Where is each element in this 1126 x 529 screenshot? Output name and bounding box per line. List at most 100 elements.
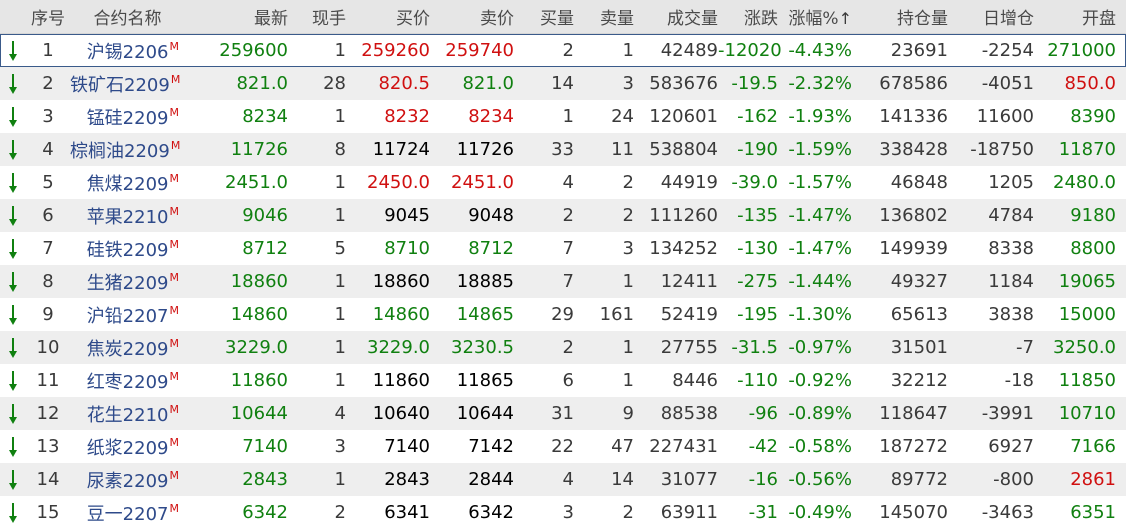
col-header-hand[interactable]: 现手 <box>288 4 346 29</box>
contract-name[interactable]: 焦煤2209M <box>70 170 185 196</box>
open-interest: 136802 <box>879 205 948 226</box>
open-interest: 187272 <box>879 436 948 457</box>
contract-name[interactable]: 纸浆2209M <box>70 434 185 460</box>
table-row[interactable]: 5 焦煤2209M 2451.0 1 2450.0 2451.0 4 2 449… <box>0 166 1126 199</box>
contract-name[interactable]: 尿素2209M <box>70 467 185 493</box>
contract-name[interactable]: 豆一2207M <box>70 500 185 526</box>
bid-price: 3229.0 <box>367 337 430 358</box>
pct-change: -1.57% <box>788 172 852 193</box>
contract-name[interactable]: 沪锡2206M <box>70 38 185 64</box>
contract-name-text: 豆一2207 <box>86 503 169 525</box>
row-seq: 5 <box>42 172 54 193</box>
price-change: -31 <box>748 502 778 523</box>
table-row[interactable]: 2 铁矿石2209M 821.0 28 820.5 821.0 14 3 583… <box>0 67 1126 100</box>
table-row[interactable]: 8 生猪2209M 18860 1 18860 18885 7 1 12411 … <box>0 265 1126 298</box>
down-arrow-icon <box>0 502 26 524</box>
col-header-latest[interactable]: 最新 <box>185 4 288 29</box>
volume: 111260 <box>649 205 718 226</box>
table-row[interactable]: 9 沪铅2207M 14860 1 14860 14865 29 161 524… <box>0 298 1126 331</box>
row-seq: 11 <box>36 370 60 391</box>
table-row[interactable]: 13 纸浆2209M 7140 3 7140 7142 22 47 227431… <box>0 430 1126 463</box>
main-contract-badge: M <box>169 402 180 416</box>
oi-change: -7 <box>1016 337 1034 358</box>
ask-price: 9048 <box>468 205 514 226</box>
open-price: 2480.0 <box>1053 172 1116 193</box>
ask-price: 7142 <box>468 436 514 457</box>
quote-table: 序号 合约名称 最新 现手 买价 卖价 买量 卖量 成交量 涨跌 涨幅%↑ 持仓… <box>0 0 1126 529</box>
ask-price: 8234 <box>468 106 514 127</box>
bid-volume: 4 <box>562 172 574 193</box>
col-header-ask-vol[interactable]: 卖量 <box>574 4 634 29</box>
bid-volume: 2 <box>562 205 574 226</box>
col-header-oi-change[interactable]: 日增仓 <box>948 4 1034 29</box>
ask-price: 11865 <box>456 370 514 391</box>
open-price: 6351 <box>1070 502 1116 523</box>
table-row[interactable]: 12 花生2210M 10644 4 10640 10644 31 9 8853… <box>0 397 1126 430</box>
row-seq: 2 <box>42 73 54 94</box>
table-row[interactable]: 4 棕榈油2209M 11726 8 11724 11726 33 11 538… <box>0 133 1126 166</box>
contract-name[interactable]: 红枣2209M <box>70 368 185 394</box>
open-interest: 49327 <box>890 271 948 292</box>
pct-change: -2.32% <box>788 73 852 94</box>
table-row[interactable]: 15 豆一2207M 6342 2 6341 6342 3 2 63911 -3… <box>0 496 1126 529</box>
contract-name[interactable]: 硅铁2209M <box>70 236 185 262</box>
open-price: 10710 <box>1058 403 1116 424</box>
bid-price: 8232 <box>384 106 430 127</box>
contract-name[interactable]: 生猪2209M <box>70 269 185 295</box>
table-row[interactable]: 6 苹果2210M 9046 1 9045 9048 2 2 111260 -1… <box>0 199 1126 232</box>
table-row[interactable]: 1 沪锡2206M 259600 1 259260 259740 2 1 424… <box>0 34 1126 67</box>
col-header-oi[interactable]: 持仓量 <box>852 4 948 29</box>
bid-volume: 7 <box>562 271 574 292</box>
main-contract-badge: M <box>169 369 180 383</box>
col-header-name[interactable]: 合约名称 <box>70 4 185 29</box>
open-price: 19065 <box>1058 271 1116 292</box>
open-interest: 678586 <box>879 73 948 94</box>
contract-name[interactable]: 焦炭2209M <box>70 335 185 361</box>
price-change: -39.0 <box>731 172 778 193</box>
bid-volume: 29 <box>551 304 574 325</box>
contract-name-text: 沪锡2206 <box>86 41 169 63</box>
table-row[interactable]: 3 锰硅2209M 8234 1 8232 8234 1 24 120601 -… <box>0 100 1126 133</box>
contract-name[interactable]: 沪铅2207M <box>70 302 185 328</box>
open-price: 271000 <box>1047 40 1116 61</box>
contract-name-text: 生猪2209 <box>86 272 169 294</box>
table-row[interactable]: 7 硅铁2209M 8712 5 8710 8712 7 3 134252 -1… <box>0 232 1126 265</box>
pct-change: -4.43% <box>788 40 852 61</box>
row-seq: 12 <box>36 403 60 424</box>
contract-name[interactable]: 花生2210M <box>70 401 185 427</box>
ask-volume: 11 <box>611 139 634 160</box>
table-row[interactable]: 11 红枣2209M 11860 1 11860 11865 6 1 8446 … <box>0 364 1126 397</box>
contract-name[interactable]: 锰硅2209M <box>70 104 185 130</box>
price-change: -12020 <box>718 40 782 61</box>
col-header-ask[interactable]: 卖价 <box>430 4 514 29</box>
bid-volume: 14 <box>551 73 574 94</box>
table-row[interactable]: 10 焦炭2209M 3229.0 1 3229.0 3230.5 2 1 27… <box>0 331 1126 364</box>
contract-name[interactable]: 棕榈油2209M <box>70 137 185 163</box>
volume: 63911 <box>660 502 718 523</box>
col-header-bid-vol[interactable]: 买量 <box>514 4 574 29</box>
volume: 227431 <box>649 436 718 457</box>
pct-change: -0.58% <box>788 436 852 457</box>
col-header-change[interactable]: 涨跌 <box>718 4 778 29</box>
open-interest: 141336 <box>879 106 948 127</box>
contract-name-text: 棕榈油2209 <box>70 140 170 162</box>
col-header-open[interactable]: 开盘 <box>1034 4 1116 29</box>
ask-price: 2844 <box>468 469 514 490</box>
table-row[interactable]: 14 尿素2209M 2843 1 2843 2844 4 14 31077 -… <box>0 463 1126 496</box>
main-contract-badge: M <box>169 501 180 515</box>
current-hand: 1 <box>334 271 346 292</box>
current-hand: 1 <box>334 469 346 490</box>
ask-price: 10644 <box>456 403 514 424</box>
price-change: -275 <box>737 271 778 292</box>
col-header-pct[interactable]: 涨幅%↑ <box>778 4 852 29</box>
oi-change: 1205 <box>988 172 1034 193</box>
open-interest: 338428 <box>879 139 948 160</box>
col-header-bid[interactable]: 买价 <box>346 4 430 29</box>
bid-volume: 3 <box>562 502 574 523</box>
contract-name[interactable]: 铁矿石2209M <box>70 71 185 97</box>
col-header-seq[interactable]: 序号 <box>26 4 70 29</box>
bid-price: 2450.0 <box>367 172 430 193</box>
contract-name[interactable]: 苹果2210M <box>70 203 185 229</box>
col-header-volume[interactable]: 成交量 <box>634 4 718 29</box>
open-price: 8390 <box>1070 106 1116 127</box>
